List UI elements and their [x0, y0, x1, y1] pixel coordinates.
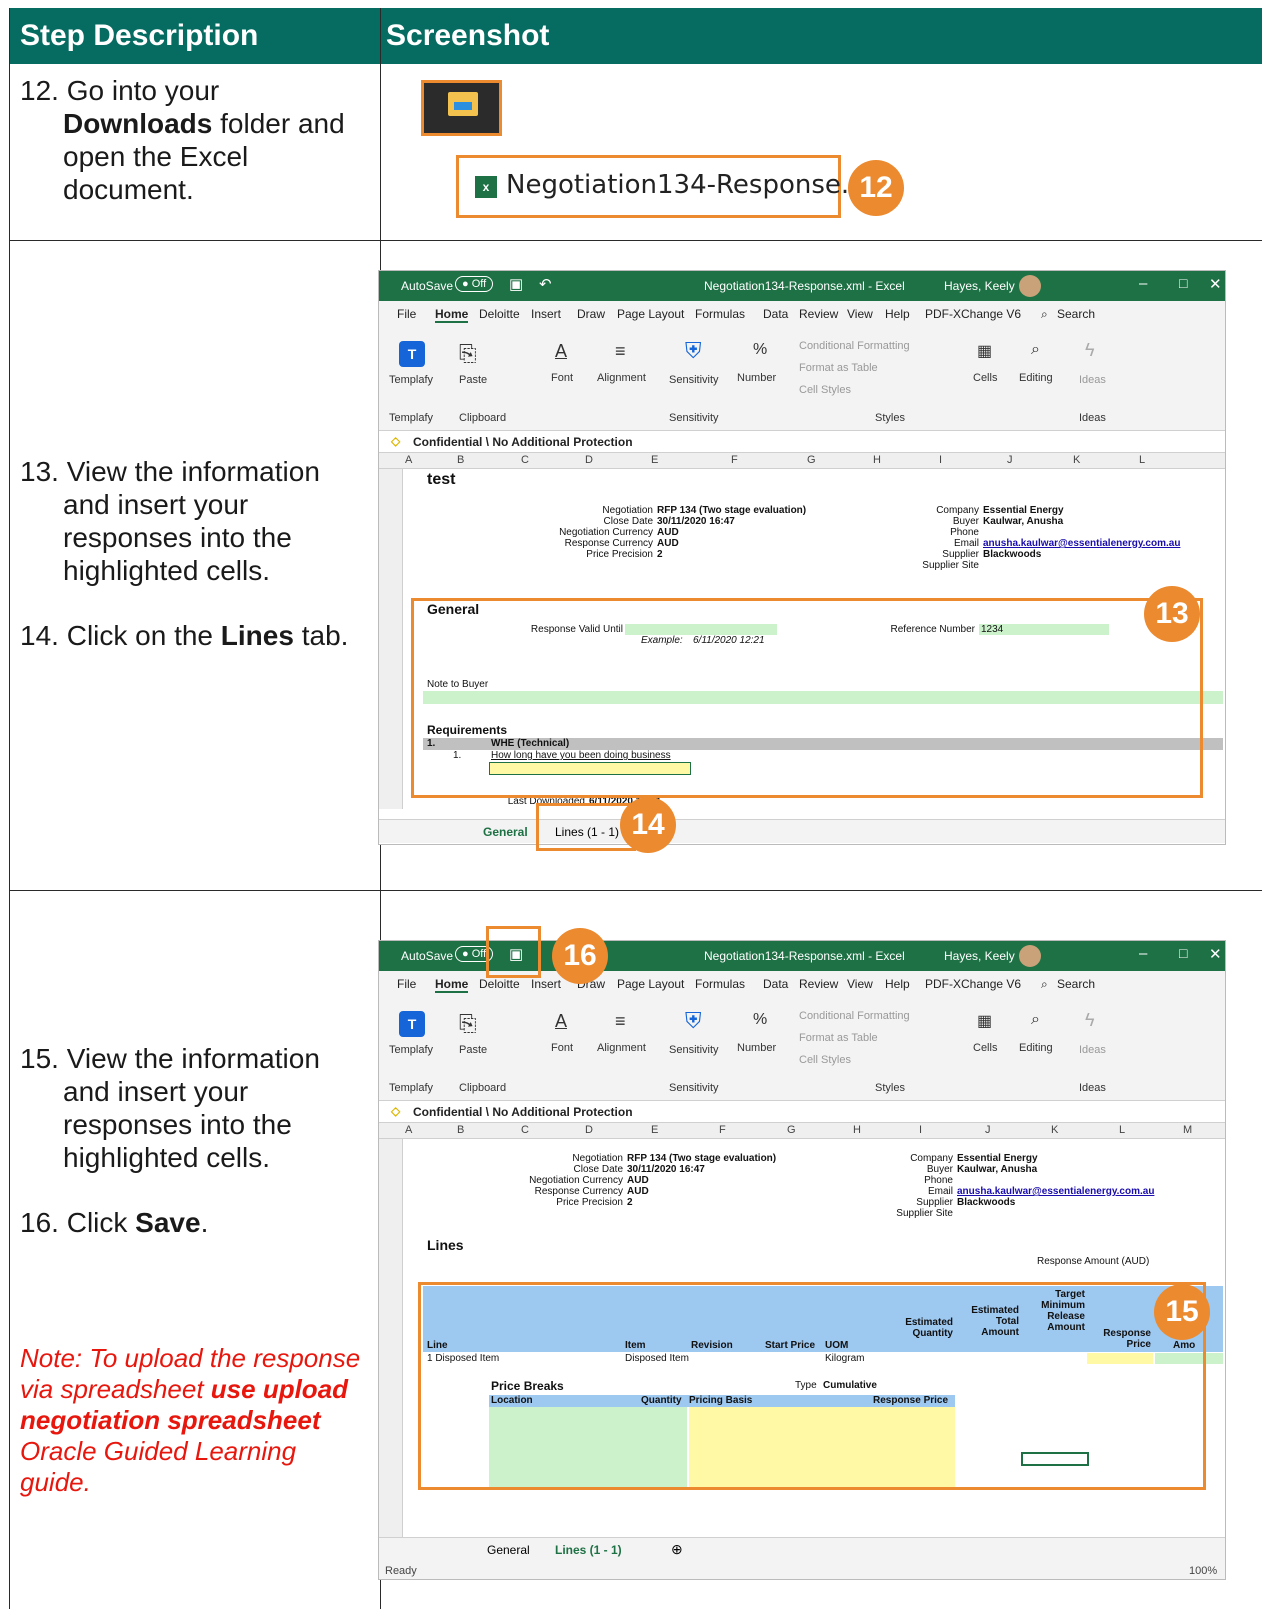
excel-file-icon: x: [475, 176, 497, 198]
status-bar: Ready 100%: [379, 1561, 1225, 1579]
tab-insert[interactable]: Insert: [531, 307, 561, 321]
maximize-icon[interactable]: □: [1179, 275, 1187, 291]
number-icon[interactable]: %: [753, 341, 767, 359]
step-12-text: 12. Go into your Downloads folder and op…: [20, 75, 345, 205]
avatar[interactable]: [1019, 275, 1041, 297]
close-icon[interactable]: ✕: [1209, 945, 1222, 963]
badge-12: 12: [848, 160, 904, 216]
row-divider: [10, 240, 1262, 241]
tag-icon: ◇: [391, 1104, 401, 1118]
step-13-text: 13. View the information and insert your…: [20, 456, 320, 586]
badge-16: 16: [552, 928, 608, 984]
row-divider: [10, 890, 1262, 891]
search-icon[interactable]: ⌕: [1041, 307, 1048, 322]
tab-formulas[interactable]: Formulas: [695, 307, 745, 321]
paste-icon[interactable]: ⎘: [459, 1011, 477, 1037]
file-name[interactable]: Negotiation134-Response.xml: [506, 170, 897, 200]
sensitivity-bar: ◇ Confidential \ No Additional Protectio…: [379, 431, 1225, 453]
zoom-level[interactable]: 100%: [1189, 1565, 1217, 1577]
column-headers: A B C D E F G H I J K L M: [379, 1123, 1225, 1139]
templafy-icon[interactable]: T: [399, 341, 425, 367]
tab-file[interactable]: File: [397, 307, 416, 321]
sheet-tabs: General Lines (1 - 1) ⊕: [379, 1537, 1225, 1561]
user-name: Hayes, Keely: [944, 279, 1015, 293]
conditional-formatting[interactable]: Conditional Formatting: [799, 340, 910, 352]
font-icon[interactable]: A: [555, 1011, 567, 1032]
tab-page-layout[interactable]: Page Layout: [617, 307, 684, 321]
tag-icon: ◇: [391, 434, 401, 448]
badge-14: 14: [620, 797, 676, 853]
table-header: Step Description Screenshot: [10, 8, 1262, 64]
email-link[interactable]: anusha.kaulwar@essentialenergy.com.au: [983, 538, 1180, 549]
ideas-icon[interactable]: ϟ: [1085, 340, 1095, 361]
templafy-icon[interactable]: T: [399, 1011, 425, 1037]
search-icon[interactable]: ⌕: [1041, 977, 1048, 992]
alignment-icon[interactable]: ≡: [615, 341, 626, 362]
step-14-text: 14. Click on the Lines tab.: [20, 620, 349, 651]
column-headers: A B C D E F G H I J K L: [379, 453, 1225, 469]
number-icon[interactable]: %: [753, 1011, 767, 1029]
editing-icon[interactable]: ⌕: [1031, 1011, 1040, 1029]
header-step-description: Step Description: [20, 19, 259, 52]
save-icon[interactable]: ▣: [509, 275, 523, 293]
paste-icon[interactable]: ⎘: [459, 341, 477, 367]
highlight-explorer: [421, 80, 502, 136]
search-box[interactable]: Search: [1057, 307, 1095, 321]
alignment-icon[interactable]: ≡: [615, 1011, 626, 1032]
autosave-toggle[interactable]: ● Off: [455, 276, 494, 292]
ideas-icon[interactable]: ϟ: [1085, 1010, 1095, 1031]
sheet-tab-lines[interactable]: Lines (1 - 1): [555, 1543, 622, 1557]
step-16-text: 16. Click Save.: [20, 1207, 209, 1238]
close-icon[interactable]: ✕: [1209, 275, 1222, 293]
minimize-icon[interactable]: –: [1139, 945, 1147, 962]
window-title: Negotiation134-Response.xml - Excel: [704, 949, 905, 963]
sensitivity-icon[interactable]: ⛨: [685, 338, 702, 364]
highlight-general-section: [411, 598, 1203, 798]
tab-review[interactable]: Review: [799, 307, 838, 321]
search-box[interactable]: Search: [1057, 977, 1095, 991]
undo-icon[interactable]: ↶: [539, 275, 552, 293]
sensitivity-bar: ◇ Confidential \ No Additional Protectio…: [379, 1101, 1225, 1123]
maximize-icon[interactable]: □: [1179, 945, 1187, 961]
highlight-save: [486, 926, 541, 978]
ribbon: T Templafy ⎘ Paste A Font ≡ Alignment ⛨ …: [379, 996, 1225, 1101]
sheet-tab-general[interactable]: General: [487, 1543, 530, 1557]
highlight-lines-section: [418, 1282, 1206, 1490]
sheet-tabs: General Lines (1 - 1): [379, 819, 1225, 843]
cells-icon[interactable]: ▦: [977, 1011, 992, 1031]
minimize-icon[interactable]: –: [1139, 275, 1147, 292]
tab-pdf-xchange[interactable]: PDF-XChange V6: [925, 307, 1021, 321]
add-sheet-icon[interactable]: ⊕: [671, 1541, 683, 1558]
sheet-tab-general[interactable]: General: [483, 825, 528, 839]
step-15-text: 15. View the information and insert your…: [20, 1043, 320, 1173]
ribbon: T Templafy ⎘ Paste A Font ≡ Alignment ⛨ …: [379, 326, 1225, 431]
cell-styles[interactable]: Cell Styles: [799, 384, 851, 396]
avatar[interactable]: [1019, 945, 1041, 967]
upload-note: Note: To upload the response via spreads…: [20, 1343, 361, 1497]
format-as-table[interactable]: Format as Table: [799, 362, 878, 374]
user-name: Hayes, Keely: [944, 949, 1015, 963]
window-title: Negotiation134-Response.xml - Excel: [704, 279, 905, 293]
tab-view[interactable]: View: [847, 307, 873, 321]
badge-15: 15: [1154, 1284, 1210, 1340]
tab-home[interactable]: Home: [435, 307, 469, 323]
sensitivity-icon[interactable]: ⛨: [685, 1008, 702, 1034]
badge-13: 13: [1144, 586, 1200, 642]
font-icon[interactable]: A: [555, 341, 567, 362]
editing-icon[interactable]: ⌕: [1031, 341, 1040, 359]
tab-help[interactable]: Help: [885, 307, 910, 321]
tab-deloitte[interactable]: Deloitte: [479, 307, 520, 321]
tab-data[interactable]: Data: [763, 307, 788, 321]
tab-draw[interactable]: Draw: [577, 307, 605, 321]
header-screenshot: Screenshot: [386, 19, 550, 52]
excel-title-bar: AutoSave ● Off ▣ ↶ Negotiation134-Respon…: [379, 271, 1225, 301]
ribbon-tabs: File Home Deloitte Insert Draw Page Layo…: [379, 301, 1225, 326]
cells-icon[interactable]: ▦: [977, 341, 992, 361]
